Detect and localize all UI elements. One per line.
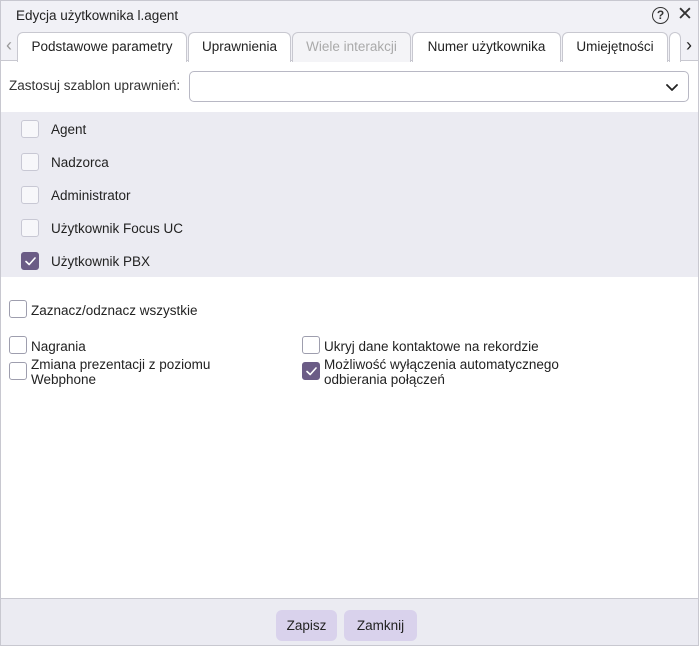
role-label: Użytkownik PBX: [51, 254, 151, 269]
chevron-down-icon: [666, 84, 678, 91]
tab-permissions[interactable]: Uprawnienia: [188, 32, 291, 62]
dialog-titlebar: Edycja użytkownika l.agent ? ✕: [1, 1, 698, 31]
tab-scroll-left-icon[interactable]: ‹: [1, 31, 17, 61]
user-edit-dialog: Edycja użytkownika l.agent ? ✕ ‹ Podstaw…: [0, 0, 699, 646]
tab-skills[interactable]: Umiejętności: [562, 32, 668, 62]
tab-label: Wiele interakcji: [306, 39, 397, 54]
select-all-checkbox[interactable]: [9, 300, 27, 318]
recordings-label: Nagrania: [31, 339, 86, 354]
permission-template-row: Zastosuj szablon uprawnień:: [1, 62, 698, 112]
recordings-checkbox[interactable]: [9, 336, 27, 354]
roles-panel: Agent Nadzorca Administrator Użytkownik …: [1, 112, 698, 277]
role-label: Nadzorca: [51, 155, 109, 170]
presentation-change-label-line2: Webphone: [31, 372, 97, 387]
role-label: Użytkownik Focus UC: [51, 221, 184, 236]
tab-overflow[interactable]: [669, 32, 681, 62]
tab-user-number[interactable]: Numer użytkownika: [412, 32, 561, 62]
role-checkbox[interactable]: [21, 219, 39, 237]
auto-answer-disable-label-line1: Możliwość wyłączenia automatycznego: [324, 357, 559, 372]
hide-contact-checkbox[interactable]: [302, 336, 320, 354]
role-label: Agent: [51, 122, 87, 137]
help-icon[interactable]: ?: [652, 7, 669, 24]
close-icon[interactable]: ✕: [675, 4, 695, 26]
dialog-footer: Zapisz Zamknij: [1, 598, 698, 645]
template-label: Zastosuj szablon uprawnień:: [9, 78, 181, 93]
check-icon: [306, 367, 317, 376]
tab-label: Uprawnienia: [201, 39, 278, 54]
select-all-label: Zaznacz/odznacz wszystkie: [31, 303, 198, 318]
role-checkbox[interactable]: [21, 120, 39, 138]
role-checkbox[interactable]: [21, 153, 39, 171]
check-icon: [25, 257, 36, 266]
tab-label: Numer użytkownika: [427, 39, 546, 54]
presentation-change-label-line1: Zmiana prezentacji z poziomu: [31, 357, 211, 372]
tab-multiple-interactions: Wiele interakcji: [292, 32, 411, 62]
template-select[interactable]: [189, 71, 689, 102]
tab-basic-parameters[interactable]: Podstawowe parametry: [17, 32, 187, 62]
presentation-change-checkbox[interactable]: [9, 362, 27, 380]
hide-contact-label: Ukryj dane kontaktowe na rekordzie: [324, 339, 539, 354]
dialog-title: Edycja użytkownika l.agent: [16, 8, 179, 23]
close-button[interactable]: Zamknij: [344, 610, 417, 641]
tab-label: Podstawowe parametry: [31, 39, 173, 54]
save-button[interactable]: Zapisz: [276, 610, 337, 641]
tab-strip: ‹ Podstawowe parametry Uprawnienia Wiele…: [1, 31, 698, 62]
auto-answer-disable-checkbox[interactable]: [302, 362, 320, 380]
auto-answer-disable-label-line2: odbierania połączeń: [324, 372, 445, 387]
tab-label: Umiejętności: [576, 39, 654, 54]
role-checkbox[interactable]: [21, 186, 39, 204]
role-checkbox[interactable]: [21, 252, 39, 270]
role-label: Administrator: [51, 188, 131, 203]
tab-scroll-right-icon[interactable]: ›: [681, 31, 697, 61]
